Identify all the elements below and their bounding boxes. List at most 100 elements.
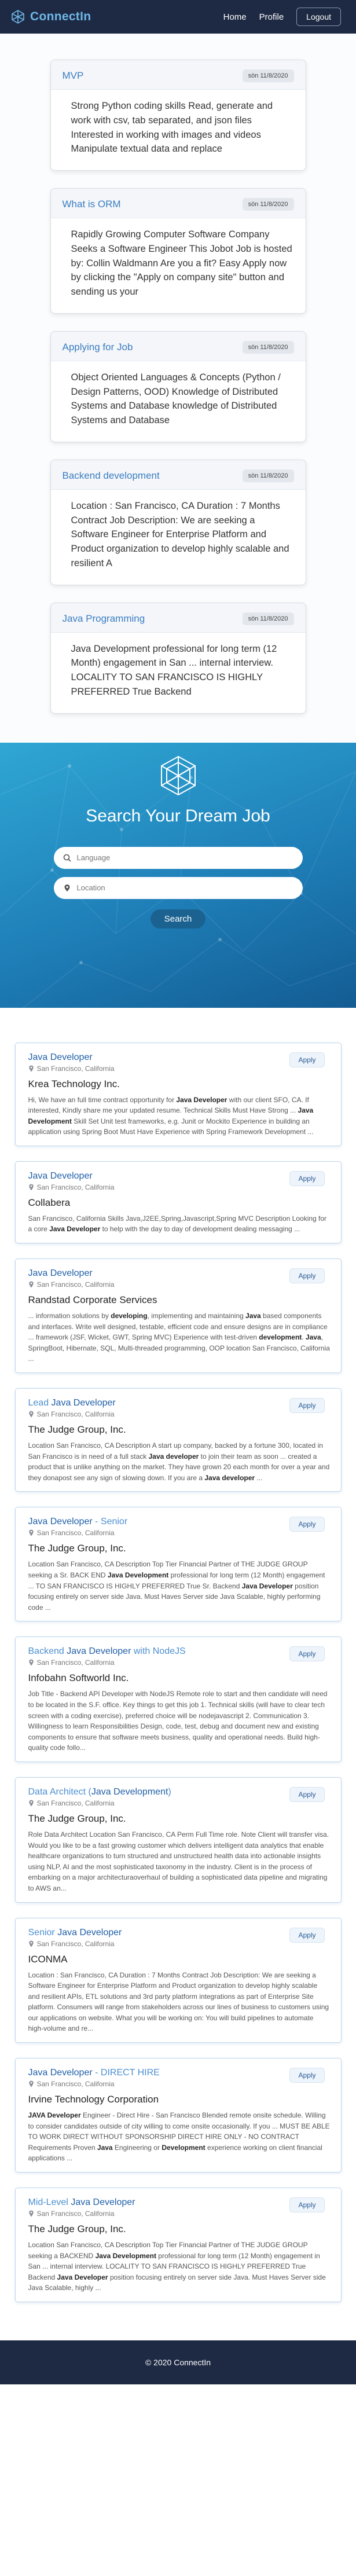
job-title-highlight: Java Developer xyxy=(28,1517,93,1527)
nav-home-link[interactable]: Home xyxy=(223,12,247,22)
job-title[interactable]: Data Architect (Java Development) xyxy=(28,1787,331,1797)
post-date-badge: sön 11/8/2020 xyxy=(242,469,294,482)
job-title[interactable]: Java Developer - Senior xyxy=(28,1517,331,1527)
job-location-text: San Francisco, California xyxy=(36,1658,115,1667)
job-location: San Francisco, California xyxy=(28,1799,331,1807)
post-date-badge: sön 11/8/2020 xyxy=(242,69,294,82)
search-icon xyxy=(63,854,71,862)
apply-button[interactable]: Apply xyxy=(289,1646,325,1662)
location-search-field xyxy=(53,876,303,899)
post-title[interactable]: Applying for Job xyxy=(63,342,133,353)
job-title[interactable]: Lead Java Developer xyxy=(28,1398,331,1408)
search-button[interactable]: Search xyxy=(150,909,206,929)
logout-button[interactable]: Logout xyxy=(296,8,341,26)
post-title[interactable]: What is ORM xyxy=(63,199,121,210)
apply-button[interactable]: Apply xyxy=(289,1052,325,1067)
post-card: What is ORM sön 11/8/2020 Rapidly Growin… xyxy=(50,188,306,314)
post-title[interactable]: Backend development xyxy=(63,470,160,482)
job-description: Location San Francisco, CA Description T… xyxy=(28,1560,325,1612)
post-header: Applying for Job sön 11/8/2020 xyxy=(50,331,306,361)
job-card: Backend Java Developer with NodeJS Apply S… xyxy=(14,1636,342,1762)
job-location: San Francisco, California xyxy=(28,1658,331,1667)
job-title-prefix: Backend xyxy=(28,1646,67,1657)
language-input[interactable] xyxy=(76,853,293,862)
post-header: Java Programming sön 11/8/2020 xyxy=(50,603,306,633)
location-input[interactable] xyxy=(76,883,293,892)
job-description: Job Title - Backend API Developer with N… xyxy=(28,1690,328,1752)
job-company: The Judge Group, Inc. xyxy=(28,1543,126,1554)
job-title-prefix: Lead xyxy=(28,1398,52,1408)
location-pin-icon xyxy=(28,1281,34,1288)
job-company: Krea Technology Inc. xyxy=(28,1078,120,1089)
post-header: Backend development sön 11/8/2020 xyxy=(50,460,306,490)
apply-button[interactable]: Apply xyxy=(289,1268,325,1284)
job-title-suffix: - DIRECT HIRE xyxy=(92,2068,160,2078)
brand[interactable]: ConnectIn xyxy=(10,9,91,24)
job-title-highlight: Java Developer xyxy=(28,1170,93,1181)
job-title[interactable]: Java Developer xyxy=(28,1052,331,1063)
job-description: San Francisco, California Skills Java,J2… xyxy=(28,1214,327,1234)
connectin-logo-icon xyxy=(12,10,24,24)
job-location-text: San Francisco, California xyxy=(36,2210,115,2218)
nav-profile-link[interactable]: Profile xyxy=(259,12,284,22)
nav-links: Home Profile Logout xyxy=(223,8,341,26)
apply-button[interactable]: Apply xyxy=(289,1398,325,1414)
job-location: San Francisco, California xyxy=(28,1410,331,1418)
job-location-text: San Francisco, California xyxy=(36,2080,115,2089)
apply-button[interactable]: Apply xyxy=(289,2068,325,2083)
job-title-highlight: Java Developer xyxy=(57,1927,122,1937)
brand-name: ConnectIn xyxy=(30,10,91,23)
job-card: Java Developer Apply San Francisco, Califo… xyxy=(14,1161,342,1244)
job-location: San Francisco, California xyxy=(28,1529,331,1537)
job-company: Infobahn Softworld Inc. xyxy=(28,1672,129,1684)
job-title-prefix: Senior xyxy=(28,1927,58,1937)
post-title[interactable]: MVP xyxy=(63,70,84,82)
job-title[interactable]: Java Developer xyxy=(28,1268,331,1279)
location-pin-icon xyxy=(28,2210,34,2217)
job-company: Collabera xyxy=(28,1197,71,1208)
job-location: San Francisco, California xyxy=(28,1065,331,1073)
job-card: Java Developer - DIRECT HIRE Apply San Fra… xyxy=(14,2058,342,2173)
job-title[interactable]: Mid-Level Java Developer xyxy=(28,2197,331,2208)
job-title[interactable]: Java Developer xyxy=(28,1171,331,1181)
job-title-highlight: Java Developer xyxy=(28,2068,93,2078)
apply-button[interactable]: Apply xyxy=(289,1517,325,1532)
job-title-highlight: Java Developer xyxy=(67,1646,131,1657)
apply-button[interactable]: Apply xyxy=(289,1786,325,1802)
job-location-text: San Francisco, California xyxy=(36,1799,115,1807)
job-company: Randstad Corporate Services xyxy=(28,1294,157,1306)
job-card: Lead Java Developer Apply San Francisco, C… xyxy=(14,1388,342,1492)
post-card: Backend development sön 11/8/2020 Locati… xyxy=(50,459,306,585)
apply-button[interactable]: Apply xyxy=(289,1927,325,1943)
job-location: San Francisco, California xyxy=(28,1280,331,1289)
post-header: What is ORM sön 11/8/2020 xyxy=(50,189,306,218)
job-card: Data Architect (Java Development) Apply Sa… xyxy=(14,1777,342,1903)
language-search-field xyxy=(53,846,303,869)
location-pin-icon xyxy=(64,884,69,891)
job-card: Java Developer Apply San Francisco, Califo… xyxy=(14,1042,342,1146)
job-description: Hi, We have an full time contract opport… xyxy=(28,1095,314,1136)
apply-button[interactable]: Apply xyxy=(289,2197,325,2213)
post-card: MVP sön 11/8/2020 Strong Python coding s… xyxy=(50,60,306,171)
job-title-highlight: Java Developer xyxy=(51,1398,116,1408)
location-pin-icon xyxy=(28,1659,34,1666)
job-card: Java Developer Apply San Francisco, Califo… xyxy=(14,1258,342,1374)
job-title-highlight: Java Developer xyxy=(28,1052,93,1062)
post-body: Rapidly Growing Computer Software Compan… xyxy=(71,229,292,297)
navbar: ConnectIn Home Profile Logout xyxy=(0,0,356,34)
apply-button[interactable]: Apply xyxy=(289,1170,325,1186)
job-title-highlight: Java Developer xyxy=(28,1268,93,1279)
location-pin-icon xyxy=(28,1411,34,1418)
job-card: Java Developer - Senior Apply San Francisc… xyxy=(14,1507,342,1622)
post-title[interactable]: Java Programming xyxy=(63,613,145,625)
job-title[interactable]: Senior Java Developer xyxy=(28,1928,331,1938)
job-company: ICONMA xyxy=(28,1953,68,1965)
post-header: MVP sön 11/8/2020 xyxy=(50,60,306,90)
location-pin-icon xyxy=(28,1800,34,1807)
job-title[interactable]: Java Developer - DIRECT HIRE xyxy=(28,2068,331,2078)
post-card: Applying for Job sön 11/8/2020 Object Or… xyxy=(50,331,306,442)
job-company: The Judge Group, Inc. xyxy=(28,1812,126,1824)
footer: © 2020 ConnectIn xyxy=(0,2340,356,2384)
job-title[interactable]: Backend Java Developer with NodeJS xyxy=(28,1646,331,1657)
post-body: Strong Python coding skills Read, genera… xyxy=(71,101,273,155)
